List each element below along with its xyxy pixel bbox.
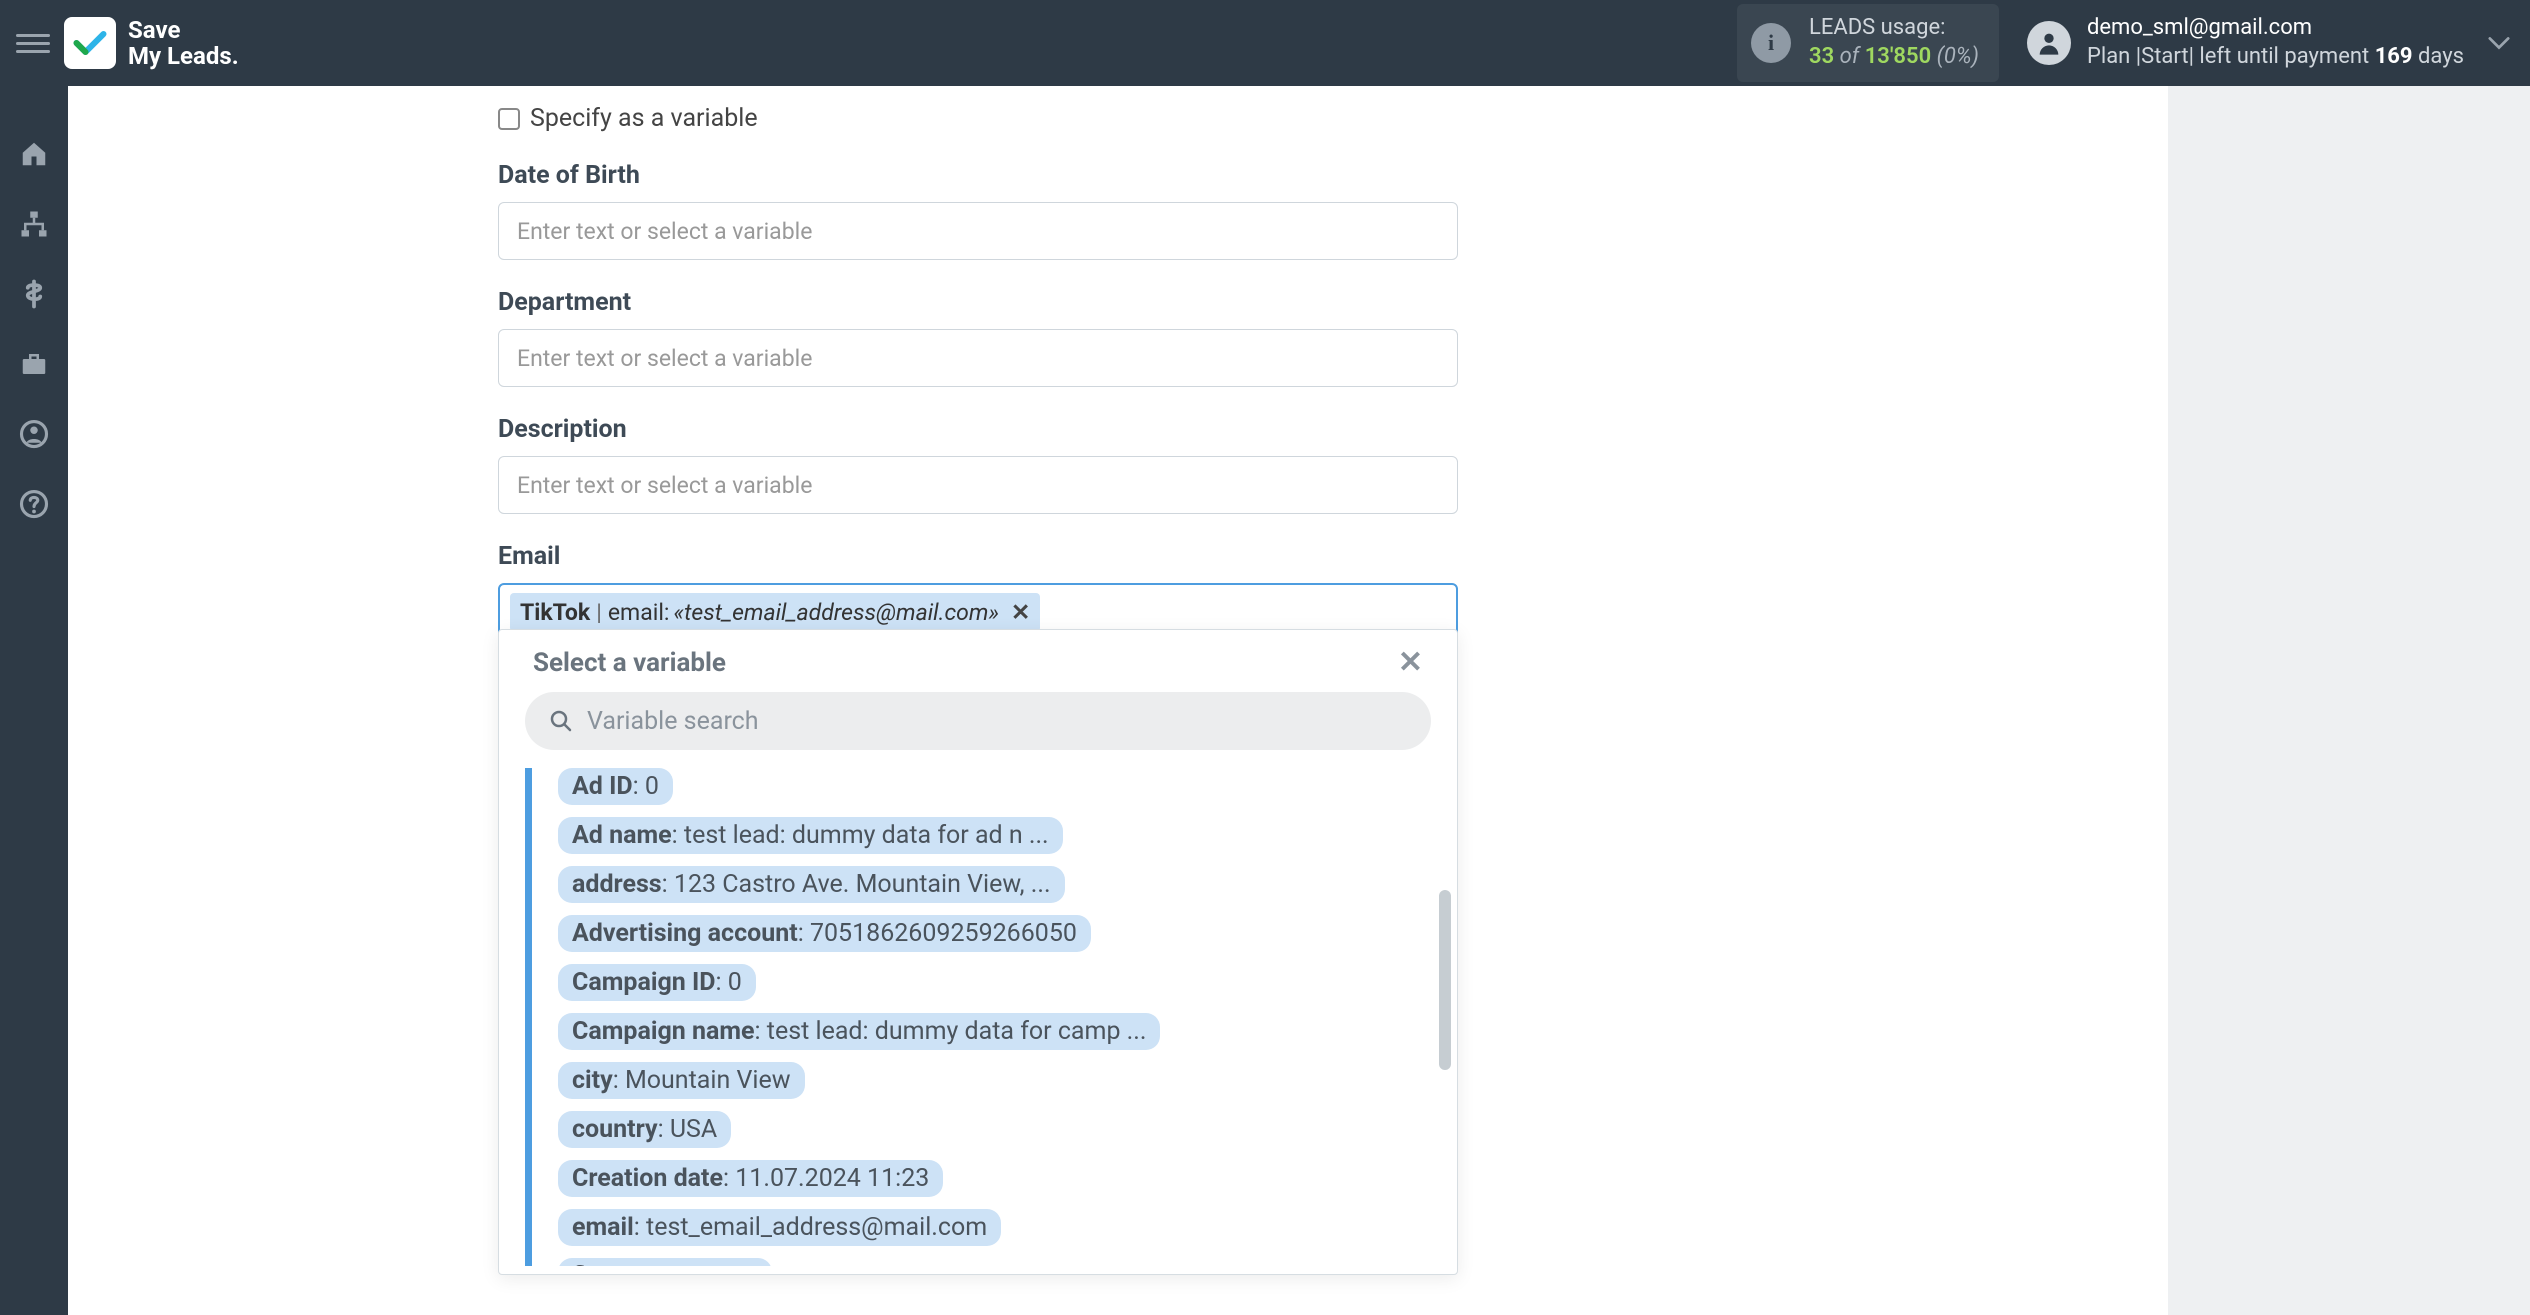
help-icon[interactable] — [14, 484, 54, 524]
variable-key: address — [572, 870, 662, 899]
variable-item[interactable]: first_name: Jane — [558, 1258, 772, 1266]
variable-value: : 123 Castro Ave. Mountain View, ... — [662, 870, 1051, 899]
variable-value: : test lead: dummy data for camp ... — [755, 1017, 1147, 1046]
variable-item[interactable]: Advertising account: 7051862609259266050 — [558, 915, 1091, 952]
variable-list[interactable]: Ad ID: 0Ad name: test lead: dummy data f… — [525, 768, 1447, 1266]
dropdown-close-icon[interactable]: ✕ — [1398, 648, 1423, 678]
specify-as-variable-row[interactable]: Specify as a variable — [498, 104, 2108, 133]
variable-key: Ad ID — [572, 772, 633, 801]
account-chevron-down-icon[interactable] — [2484, 28, 2514, 58]
variable-search-input[interactable]: Variable search — [525, 692, 1431, 750]
variable-value: : Mountain View — [613, 1066, 791, 1095]
department-placeholder: Enter text or select a variable — [517, 345, 812, 372]
tag-key: email: — [608, 599, 670, 626]
variable-item[interactable]: Campaign name: test lead: dummy data for… — [558, 1013, 1160, 1050]
variable-key: Creation date — [572, 1164, 723, 1193]
variable-key: Advertising account — [572, 919, 798, 948]
variable-key: Campaign name — [572, 1017, 755, 1046]
brand-line-2: My Leads. — [128, 43, 239, 69]
usage-total: 13'850 — [1865, 44, 1931, 69]
description-label: Description — [498, 415, 2108, 444]
variable-value: : USA — [658, 1115, 718, 1144]
variable-value: : 11.07.2024 11:23 — [723, 1164, 929, 1193]
usage-text: LEADS usage: 33 of 13'850 (0%) — [1809, 14, 1979, 71]
connections-icon[interactable] — [14, 204, 54, 244]
tag-sep: | — [594, 599, 604, 626]
sidebar — [0, 86, 68, 1315]
variable-item[interactable]: address: 123 Castro Ave. Mountain View, … — [558, 866, 1065, 903]
variable-item[interactable]: email: test_email_address@mail.com — [558, 1209, 1001, 1246]
variable-item[interactable]: Ad name: test lead: dummy data for ad n … — [558, 817, 1063, 854]
avatar-icon — [2027, 21, 2071, 65]
dob-placeholder: Enter text or select a variable — [517, 218, 812, 245]
variable-key: city — [572, 1066, 613, 1095]
variable-value: : 0 — [716, 968, 742, 997]
dob-label: Date of Birth — [498, 161, 2108, 190]
content-area: Specify as a variable Date of Birth Ente… — [68, 86, 2530, 1315]
variable-value: : Jane — [691, 1262, 758, 1266]
variable-value: : test lead: dummy data for ad n ... — [672, 821, 1049, 850]
specify-as-variable-label: Specify as a variable — [530, 104, 758, 133]
list-scrollbar[interactable] — [1439, 890, 1451, 1070]
email-label: Email — [498, 542, 2108, 571]
specify-as-variable-checkbox[interactable] — [498, 108, 520, 130]
plan-mid: | left until payment — [2189, 44, 2375, 69]
variable-item[interactable]: Creation date: 11.07.2024 11:23 — [558, 1160, 943, 1197]
dropdown-header: Select a variable ✕ — [499, 630, 1457, 692]
variable-value: : test_email_address@mail.com — [634, 1213, 987, 1242]
variable-item[interactable]: city: Mountain View — [558, 1062, 805, 1099]
variable-item[interactable]: Campaign ID: 0 — [558, 964, 756, 1001]
department-label: Department — [498, 288, 2108, 317]
profile-icon[interactable] — [14, 414, 54, 454]
account-plan: Plan |Start| left until payment 169 days — [2087, 43, 2464, 72]
variable-item[interactable]: Ad ID: 0 — [558, 768, 673, 805]
plan-name: Start — [2141, 44, 2188, 69]
form-card: Specify as a variable Date of Birth Ente… — [68, 86, 2168, 1315]
variable-key: Campaign ID — [572, 968, 716, 997]
email-variable-tag[interactable]: TikTok | email: «test_email_address@mail… — [510, 593, 1040, 632]
menu-toggle-icon[interactable] — [16, 26, 50, 60]
variable-item[interactable]: country: USA — [558, 1111, 731, 1148]
variable-dropdown: Select a variable ✕ Variable search Ad I… — [498, 629, 1458, 1275]
plan-prefix: Plan | — [2087, 44, 2141, 69]
info-icon: i — [1751, 23, 1791, 63]
tag-remove-icon[interactable]: ✕ — [1011, 599, 1030, 626]
plan-days: 169 — [2375, 44, 2413, 69]
search-icon — [549, 709, 573, 733]
variable-key: Ad name — [572, 821, 672, 850]
tag-value: «test_email_address@mail.com» — [673, 599, 999, 626]
tag-source: TikTok — [520, 599, 590, 626]
usage-of: of — [1840, 44, 1860, 69]
description-placeholder: Enter text or select a variable — [517, 472, 812, 499]
home-icon[interactable] — [14, 134, 54, 174]
variable-key: first_name — [572, 1262, 691, 1266]
usage-label: LEADS usage: — [1809, 14, 1979, 43]
dob-input[interactable]: Enter text or select a variable — [498, 202, 1458, 260]
variable-key: email — [572, 1213, 634, 1242]
account-email: demo_sml@gmail.com — [2087, 14, 2464, 43]
variable-value: : 0 — [633, 772, 659, 801]
usage-percent: (0%) — [1937, 44, 1979, 69]
briefcase-icon[interactable] — [14, 344, 54, 384]
variable-search-placeholder: Variable search — [587, 707, 759, 736]
leads-usage-box[interactable]: i LEADS usage: 33 of 13'850 (0%) — [1737, 4, 1999, 81]
brand-logo[interactable] — [64, 17, 116, 69]
brand-line-1: Save — [128, 17, 239, 43]
usage-used: 33 — [1809, 44, 1834, 69]
account-block[interactable]: demo_sml@gmail.com Plan |Start| left unt… — [2027, 14, 2464, 71]
plan-days-suffix: days — [2413, 44, 2464, 69]
app-header: Save My Leads. i LEADS usage: 33 of 13'8… — [0, 0, 2530, 86]
department-input[interactable]: Enter text or select a variable — [498, 329, 1458, 387]
variable-value: : 7051862609259266050 — [798, 919, 1077, 948]
brand-name: Save My Leads. — [128, 17, 239, 70]
description-input[interactable]: Enter text or select a variable — [498, 456, 1458, 514]
dropdown-title: Select a variable — [533, 648, 726, 678]
billing-icon[interactable] — [14, 274, 54, 314]
variable-key: country — [572, 1115, 658, 1144]
